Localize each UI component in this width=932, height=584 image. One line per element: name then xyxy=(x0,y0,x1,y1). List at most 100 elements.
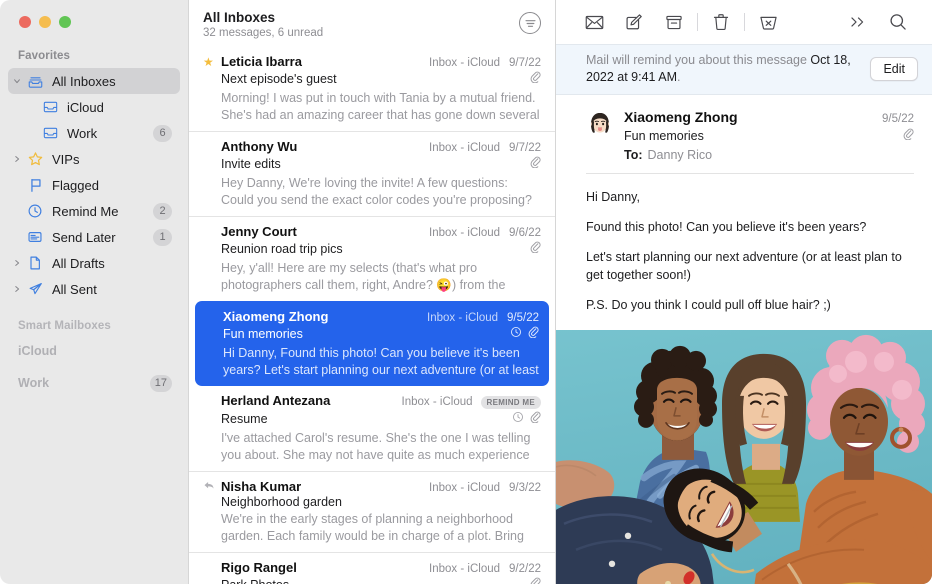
message-mailbox: Inbox - iCloud xyxy=(429,57,500,69)
sidebar-section-favorites: Favorites xyxy=(0,40,188,68)
message-date: 9/2/22 xyxy=(509,563,541,575)
delete-trash-icon[interactable] xyxy=(701,8,741,36)
message-subject: Park Photos xyxy=(221,578,522,584)
message-subject: Fun memories xyxy=(223,327,502,341)
sidebar-item-icloud[interactable]: iCloud xyxy=(8,94,180,120)
sidebar-account-label: Work xyxy=(18,376,150,390)
clock-icon xyxy=(512,410,524,428)
minimize-button[interactable] xyxy=(39,16,51,28)
message-sender: Rigo Rangel xyxy=(221,560,421,575)
paperclip-icon xyxy=(530,576,541,584)
message-header: Xiaomeng Zhong 9/5/22 Fun memories To:Da… xyxy=(556,95,932,174)
message-subject: Next episode's guest xyxy=(221,72,522,86)
message-mailbox: Inbox - iCloud xyxy=(429,563,500,575)
clock-icon xyxy=(25,203,45,219)
paperclip-icon xyxy=(530,70,541,88)
filter-icon[interactable] xyxy=(519,12,541,34)
message-row[interactable]: Herland Antezana Inbox - iCloud REMIND M… xyxy=(189,386,555,471)
body-paragraph: Hi Danny, xyxy=(586,188,910,206)
sidebar-item-work[interactable]: Work 6 xyxy=(8,120,180,146)
message-list-pane: All Inboxes 32 messages, 6 unread ★ Leti… xyxy=(188,0,556,584)
more-chevrons-icon[interactable] xyxy=(838,8,878,36)
disclosure-right-icon[interactable] xyxy=(10,155,24,163)
message-list-title: All Inboxes xyxy=(203,10,519,25)
message-row[interactable]: ★ Leticia Ibarra Inbox - iCloud 9/7/22 N… xyxy=(189,47,555,131)
sidebar-item-label: All Inboxes xyxy=(52,74,172,89)
all-inboxes-icon xyxy=(25,74,45,89)
flag-icon xyxy=(25,177,45,193)
message-preview: Hi Danny, Found this photo! Can you beli… xyxy=(205,345,539,378)
sidebar-item-label: VIPs xyxy=(52,152,172,167)
message-row-selected[interactable]: Xiaomeng Zhong Inbox - iCloud 9/5/22 Fun… xyxy=(195,301,549,386)
message-date: 9/6/22 xyxy=(509,227,541,239)
message-preview: Hey Danny, We're loving the invite! A fe… xyxy=(203,175,541,208)
mark-unread-icon[interactable] xyxy=(574,8,614,36)
star-icon xyxy=(25,151,45,167)
message-preview: I've attached Carol's resume. She's the … xyxy=(203,430,541,463)
sidebar-account-icloud[interactable]: iCloud xyxy=(8,338,180,364)
paper-plane-icon xyxy=(25,281,45,297)
message-row[interactable]: Jenny Court Inbox - iCloud 9/6/22 Reunio… xyxy=(189,216,555,301)
paperclip-icon xyxy=(530,240,541,258)
edit-reminder-button[interactable]: Edit xyxy=(870,57,918,81)
sidebar-item-label: All Drafts xyxy=(52,256,172,271)
sidebar-item-send-later[interactable]: Send Later 1 xyxy=(8,224,180,250)
body-paragraph: Found this photo! Can you believe it's b… xyxy=(586,218,910,236)
message-preview: Hey, y'all! Here are my selects (that's … xyxy=(203,260,541,293)
sidebar-account-label: iCloud xyxy=(18,344,172,358)
sidebar-item-label: iCloud xyxy=(67,100,172,115)
reader-pane: Mail will remind you about this message … xyxy=(556,0,932,584)
sidebar-item-label: Remind Me xyxy=(52,204,153,219)
sidebar-item-label: Send Later xyxy=(52,230,153,245)
reader-to-value: Danny Rico xyxy=(648,148,713,162)
inbox-tray-icon xyxy=(40,100,60,114)
message-mailbox: Inbox - iCloud xyxy=(429,142,500,154)
archive-icon[interactable] xyxy=(654,8,694,36)
message-date: 9/3/22 xyxy=(509,482,541,494)
junk-icon[interactable] xyxy=(748,8,788,36)
send-later-icon xyxy=(25,230,45,244)
message-mailbox: Inbox - iCloud xyxy=(427,312,498,324)
sidebar-item-label: All Sent xyxy=(52,282,172,297)
reminder-banner: Mail will remind you about this message … xyxy=(556,44,932,95)
clock-icon xyxy=(510,325,522,343)
message-mailbox: Inbox - iCloud xyxy=(429,227,500,239)
reader-date: 9/5/22 xyxy=(882,113,914,125)
message-row[interactable]: Anthony Wu Inbox - iCloud 9/7/22 Invite … xyxy=(189,131,555,216)
message-preview: We're in the early stages of planning a … xyxy=(203,511,541,544)
close-button[interactable] xyxy=(19,16,31,28)
unread-badge: 1 xyxy=(153,229,172,246)
search-icon[interactable] xyxy=(878,8,918,36)
message-subject: Neighborhood garden xyxy=(221,495,541,509)
zoom-button[interactable] xyxy=(59,16,71,28)
unread-badge: 17 xyxy=(150,375,172,392)
reply-arrow-icon xyxy=(203,480,219,494)
unread-badge: 2 xyxy=(153,203,172,220)
sidebar-item-all-drafts[interactable]: All Drafts xyxy=(8,250,180,276)
sidebar-item-all-inboxes[interactable]: All Inboxes xyxy=(8,68,180,94)
reminder-suffix: . xyxy=(677,70,680,84)
sidebar-item-remind-me[interactable]: Remind Me 2 xyxy=(8,198,180,224)
sidebar-account-work[interactable]: Work 17 xyxy=(8,370,180,396)
disclosure-right-icon[interactable] xyxy=(10,285,24,293)
sidebar-item-vips[interactable]: VIPs xyxy=(8,146,180,172)
disclosure-right-icon[interactable] xyxy=(10,259,24,267)
reader-to-label: To: xyxy=(624,148,643,162)
paperclip-icon xyxy=(530,155,541,173)
group-selfie-photo[interactable] xyxy=(556,330,932,584)
sidebar-item-all-sent[interactable]: All Sent xyxy=(8,276,180,302)
message-row[interactable]: Rigo Rangel Inbox - iCloud 9/2/22 Park P… xyxy=(189,552,555,584)
window-controls xyxy=(0,0,188,40)
mail-window: Favorites All Inboxes xyxy=(0,0,932,584)
unread-badge: 6 xyxy=(153,125,172,142)
reader-toolbar xyxy=(556,0,932,44)
remind-me-badge: REMIND ME xyxy=(481,396,541,409)
memoji-avatar xyxy=(586,110,614,138)
reader-subject: Fun memories xyxy=(624,129,903,143)
message-sender: Anthony Wu xyxy=(221,139,421,154)
sidebar-item-flagged[interactable]: Flagged xyxy=(8,172,180,198)
disclosure-down-icon[interactable] xyxy=(10,77,24,85)
message-row[interactable]: Nisha Kumar Inbox - iCloud 9/3/22 Neighb… xyxy=(189,471,555,552)
compose-icon[interactable] xyxy=(614,8,654,36)
sidebar: Favorites All Inboxes xyxy=(0,0,188,584)
